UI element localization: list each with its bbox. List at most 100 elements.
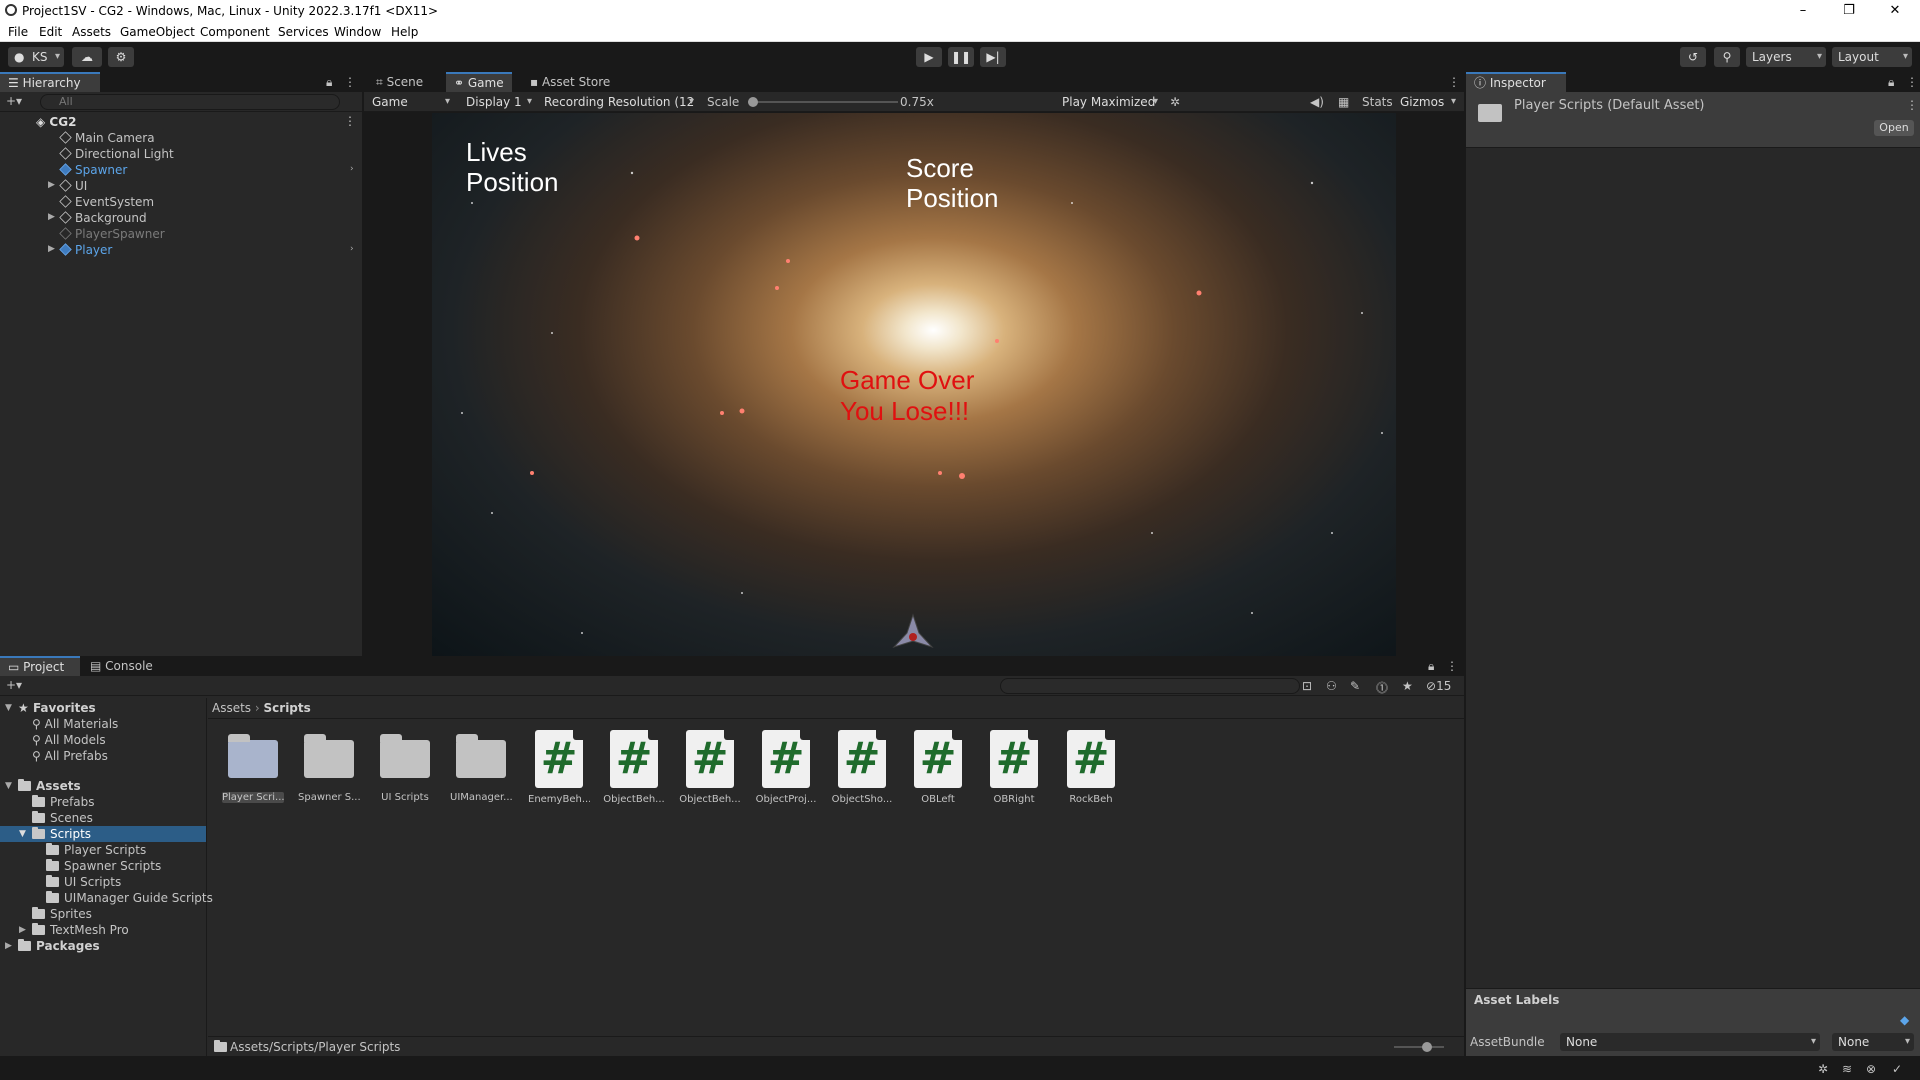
tab-project[interactable]: ▭ Project [0, 656, 80, 676]
search-button[interactable]: ⚲ [1714, 47, 1740, 67]
collab-button[interactable]: ⚙ [108, 47, 134, 67]
gizmos-dropdown[interactable]: Gizmos [1394, 93, 1460, 111]
tree-folder-scripts[interactable]: Scripts [32, 826, 91, 842]
label-filter-icon[interactable]: ✎ [1350, 679, 1360, 693]
layout-dropdown[interactable]: Layout [1832, 47, 1912, 67]
tab-inspector[interactable]: ⓘ Inspector [1466, 72, 1566, 92]
menu-window[interactable]: Window [334, 25, 381, 39]
menu-edit[interactable]: Edit [39, 25, 62, 39]
project-search-input[interactable] [1000, 678, 1300, 694]
asset-script-objectbeh-2[interactable]: # ObjectBeh... [679, 730, 741, 805]
warning-icon[interactable]: ⓵ [1376, 679, 1388, 696]
mute-audio-icon[interactable]: ◀) [1310, 95, 1324, 109]
progress-icon[interactable]: ≋ [1842, 1062, 1852, 1076]
lock-icon[interactable]: 🔒︎ [326, 75, 332, 90]
favorite-all-materials[interactable]: ⚲ All Materials [32, 716, 118, 732]
more-options-icon[interactable]: ⋮ [1448, 75, 1460, 89]
expand-arrow-icon[interactable]: ▶ [48, 244, 55, 254]
tree-folder-player-scripts[interactable]: Player Scripts [46, 842, 146, 858]
bug-icon[interactable]: ✲ [1170, 95, 1180, 109]
menu-services[interactable]: Services [278, 25, 329, 39]
display-dropdown[interactable]: Display 1 [460, 93, 536, 111]
favorite-all-models[interactable]: ⚲ All Models [32, 732, 106, 748]
account-dropdown[interactable]: ● KS [8, 47, 64, 67]
more-options-icon[interactable]: ⋮ [344, 75, 356, 89]
tab-scene[interactable]: ⌗ Scene [368, 72, 434, 92]
label-tag-icon[interactable]: ◆ [1900, 1013, 1909, 1027]
shortcuts-icon[interactable]: ▦ [1338, 95, 1349, 109]
minimize-button[interactable]: – [1780, 0, 1826, 22]
more-options-icon[interactable]: ⋮ [1906, 98, 1918, 112]
favorite-all-prefabs[interactable]: ⚲ All Prefabs [32, 748, 108, 764]
icon-size-slider-thumb[interactable] [1422, 1042, 1432, 1052]
breadcrumb-scripts[interactable]: Scripts [264, 701, 311, 715]
more-options-icon[interactable]: ⋮ [1446, 659, 1458, 673]
resolution-dropdown[interactable]: Recording Resolution (12 [538, 93, 698, 111]
asset-script-objectproj[interactable]: # ObjectProj... [755, 730, 817, 805]
tree-folder-spawner-scripts[interactable]: Spawner Scripts [46, 858, 161, 874]
more-options-icon[interactable]: ⋮ [1906, 75, 1918, 89]
network-icon[interactable]: ⊗ [1866, 1062, 1876, 1076]
pause-button[interactable]: ❚❚ [948, 47, 974, 67]
asset-folder-spawner-scripts[interactable]: Spawner S... [298, 730, 360, 803]
assetbundle-dropdown[interactable]: None [1560, 1033, 1820, 1051]
collapse-arrow-icon[interactable]: ▼ [19, 829, 26, 839]
filter-type-icon[interactable]: ⚇ [1326, 679, 1337, 693]
hierarchy-item-player[interactable]: Player [59, 242, 112, 258]
chevron-right-icon[interactable]: › [350, 244, 354, 254]
stats-button[interactable]: Stats [1362, 95, 1393, 109]
play-button[interactable]: ▶ [916, 47, 942, 67]
scene-root[interactable]: ◈ CG2 [36, 114, 76, 130]
expand-arrow-icon[interactable]: ▶ [5, 941, 12, 951]
lock-icon[interactable]: 🔒︎ [1428, 659, 1434, 674]
add-icon[interactable]: +▾ [6, 94, 22, 108]
favorites-header[interactable]: ★ Favorites [18, 700, 96, 716]
scale-slider[interactable] [748, 97, 898, 107]
packages-root[interactable]: Packages [18, 938, 100, 954]
asset-folder-player-scripts[interactable]: Player Scri... [222, 730, 284, 803]
hierarchy-search-input[interactable]: All [40, 94, 340, 110]
tab-game[interactable]: ⚭ Game [446, 72, 512, 92]
chevron-right-icon[interactable]: › [350, 164, 354, 174]
asset-folder-ui-scripts[interactable]: UI Scripts [374, 730, 436, 803]
assets-root[interactable]: Assets [18, 778, 81, 794]
asset-script-objectbeh-1[interactable]: # ObjectBeh... [603, 730, 665, 805]
icon-size-slider[interactable] [1394, 1042, 1444, 1052]
search-by-type-icon[interactable]: ⊡ [1302, 679, 1312, 693]
menu-gameobject[interactable]: GameObject [120, 25, 195, 39]
hidden-count[interactable]: ⊘15 [1426, 679, 1451, 693]
add-icon[interactable]: +▾ [6, 678, 22, 692]
hierarchy-item-directional-light[interactable]: Directional Light [59, 146, 174, 162]
collapse-arrow-icon[interactable]: ▼ [5, 703, 12, 713]
asset-folder-uimanager[interactable]: UIManager... [450, 730, 512, 803]
expand-arrow-icon[interactable]: ▶ [48, 180, 55, 190]
tree-folder-uimanager-guide-scripts[interactable]: UIManager Guide Scripts [46, 890, 213, 906]
tab-console[interactable]: ▤ Console [82, 656, 166, 676]
assetbundle-variant-dropdown[interactable]: None [1832, 1033, 1914, 1051]
cloud-button[interactable]: ☁ [72, 47, 102, 67]
breadcrumb-assets[interactable]: Assets [212, 701, 251, 715]
hierarchy-item-ui[interactable]: UI [59, 178, 87, 194]
game-mode-dropdown[interactable]: Game [366, 93, 454, 111]
favorite-star-icon[interactable]: ★ [1402, 679, 1413, 693]
lock-icon[interactable]: 🔒︎ [1888, 75, 1894, 90]
asset-script-enemybeh[interactable]: # EnemyBeh... [528, 730, 590, 805]
hierarchy-item-spawner[interactable]: Spawner [59, 162, 127, 178]
tree-folder-ui-scripts[interactable]: UI Scripts [46, 874, 121, 890]
layers-dropdown[interactable]: Layers [1746, 47, 1826, 67]
menu-component[interactable]: Component [200, 25, 270, 39]
scale-slider-thumb[interactable] [748, 97, 758, 107]
asset-script-obright[interactable]: # OBRight [983, 730, 1045, 805]
tab-asset-store[interactable]: ▪ Asset Store [522, 72, 622, 92]
tree-folder-prefabs[interactable]: Prefabs [32, 794, 95, 810]
asset-script-rockbeh[interactable]: # RockBeh [1060, 730, 1122, 805]
maximize-button[interactable]: ❐ [1826, 0, 1872, 22]
check-circle-icon[interactable]: ✓ [1892, 1062, 1902, 1076]
expand-arrow-icon[interactable]: ▶ [48, 212, 55, 222]
expand-arrow-icon[interactable]: ▶ [19, 925, 26, 935]
close-button[interactable]: ✕ [1872, 0, 1918, 22]
play-mode-dropdown[interactable]: Play Maximized [1056, 93, 1162, 111]
hierarchy-item-playerspawner[interactable]: PlayerSpawner [59, 226, 165, 242]
history-button[interactable]: ↺ [1680, 47, 1706, 67]
scene-options-icon[interactable]: ⋮ [344, 114, 356, 128]
